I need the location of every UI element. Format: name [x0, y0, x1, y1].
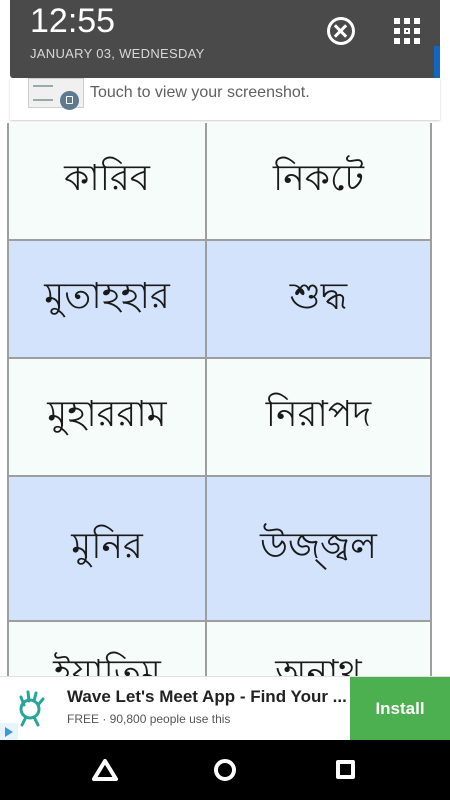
ad-subtitle: FREE · 90,800 people use this — [67, 712, 231, 726]
screenshot-message: Touch to view your screenshot. — [90, 84, 310, 101]
app-toolbar-edge — [434, 46, 440, 78]
settings-grid-icon[interactable] — [394, 18, 420, 44]
wave-hand-logo-icon — [19, 690, 45, 727]
word-cell-left: মুহাররাম — [7, 359, 207, 475]
adchoices-icon[interactable] — [0, 723, 18, 741]
back-triangle-icon[interactable] — [90, 757, 120, 783]
table-row[interactable]: কারিব নিকটে — [7, 123, 432, 241]
ad-banner[interactable]: Wave Let's Meet App - Find Your ... FREE… — [0, 676, 450, 741]
table-row[interactable]: মুনির উজ্জ্বল — [7, 477, 432, 622]
word-cell-left: ইয়াতিম — [7, 622, 207, 682]
recents-square-icon[interactable] — [336, 760, 355, 779]
word-cell-right: শুদ্ধ — [207, 241, 432, 357]
word-cell-right: নিকটে — [207, 123, 432, 239]
word-cell-left: কারিব — [7, 123, 207, 239]
dismiss-close-icon[interactable] — [327, 17, 355, 45]
word-cell-right: অনাথ — [207, 622, 432, 682]
table-row[interactable]: ইয়াতিম অনাথ — [7, 622, 432, 682]
screenshot-notification[interactable]: Touch to view your screenshot. — [10, 78, 440, 120]
word-cell-left: মুনির — [7, 477, 207, 620]
table-row[interactable]: মুহাররাম নিরাপদ — [7, 359, 432, 477]
table-row[interactable]: মুতাহহার শুদ্ধ — [7, 241, 432, 359]
navigation-bar — [0, 740, 450, 800]
ad-title: Wave Let's Meet App - Find Your ... — [67, 687, 347, 706]
screenshot-badge-icon — [60, 91, 79, 110]
word-cell-right: নিরাপদ — [207, 359, 432, 475]
notification-shade: 12:55 JANUARY 03, WEDNESDAY — [10, 0, 440, 78]
clock-time: 12:55 — [30, 2, 116, 40]
word-cell-right: উজ্জ্বল — [207, 477, 432, 620]
clock-date: JANUARY 03, WEDNESDAY — [30, 46, 205, 61]
home-circle-icon[interactable] — [214, 759, 236, 781]
word-cell-left: মুতাহহার — [7, 241, 207, 357]
install-button[interactable]: Install — [350, 677, 450, 741]
